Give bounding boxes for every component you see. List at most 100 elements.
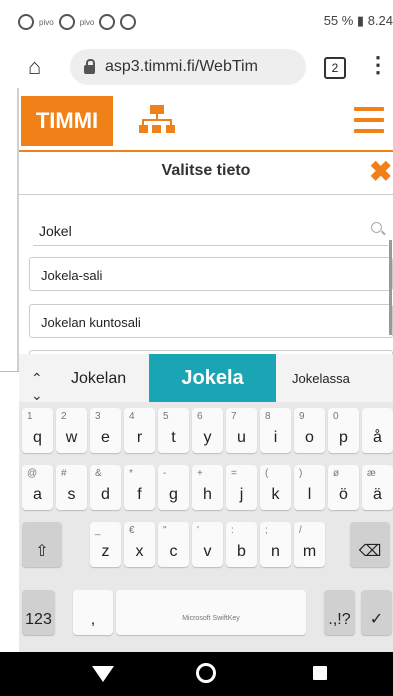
key-k[interactable]: (k: [260, 465, 291, 510]
key-label: r: [136, 429, 143, 446]
key-e[interactable]: 3e: [90, 408, 121, 453]
key-secondary-label: 5: [163, 411, 169, 422]
key-secondary-label: ø: [333, 468, 340, 479]
key-u[interactable]: 7u: [226, 408, 257, 453]
key-z[interactable]: _ z: [90, 522, 121, 567]
key-secondary-label: -: [163, 468, 167, 479]
recent-apps-icon[interactable]: [313, 666, 327, 680]
key-label: å: [373, 429, 382, 446]
space-key[interactable]: Microsoft SwiftKey: [116, 590, 306, 635]
close-icon[interactable]: ✖: [369, 155, 392, 188]
key-label: n: [271, 543, 280, 560]
key-secondary-label: ): [299, 468, 303, 479]
scrollbar[interactable]: [389, 240, 392, 335]
key-label: z: [101, 543, 110, 560]
key-d[interactable]: & d: [90, 465, 121, 510]
key-i[interactable]: 8i: [260, 408, 291, 453]
punctuation-key[interactable]: .,!?: [324, 590, 355, 635]
org-chart-icon[interactable]: [139, 105, 175, 135]
key-secondary-label: &: [95, 468, 102, 479]
key-l[interactable]: ) l: [294, 465, 325, 510]
key-secondary-label: _: [95, 525, 101, 536]
key-secondary-label: 2: [61, 411, 67, 422]
key-s[interactable]: # s: [56, 465, 87, 510]
dialog-title: Valitse tieto: [161, 162, 251, 179]
key-secondary-label: @: [27, 468, 38, 479]
enter-key[interactable]: ✓: [361, 590, 392, 635]
key-label: m: [302, 543, 317, 560]
key-secondary-label: *: [129, 468, 133, 479]
key-x[interactable]: € x: [124, 522, 155, 567]
key-o[interactable]: 9o: [294, 408, 325, 453]
key-label: l: [307, 486, 312, 503]
key-m[interactable]: / m: [294, 522, 325, 567]
key-g[interactable]: -g: [158, 465, 189, 510]
key-secondary-label: 1: [27, 411, 33, 422]
key-label: q: [33, 429, 42, 446]
key-secondary-label: :: [231, 525, 234, 536]
key-label: ö: [339, 486, 348, 503]
key-label: v: [203, 543, 212, 560]
key-secondary-label: 6: [197, 411, 203, 422]
key-label: g: [169, 486, 178, 503]
key-c[interactable]: " c: [158, 522, 189, 567]
key-label: t: [171, 429, 176, 446]
key-ö[interactable]: øö: [328, 465, 359, 510]
dialog-header: Valitse tieto ✖: [19, 150, 393, 195]
key-label: u: [237, 429, 246, 446]
list-item[interactable]: Jokelan kuntosali: [29, 304, 393, 338]
key-label: 123: [25, 611, 52, 628]
home-icon[interactable]: ⌂: [28, 54, 41, 80]
key-label: y: [203, 429, 212, 446]
key-secondary-label: 9: [299, 411, 305, 422]
key-label: o: [305, 429, 314, 446]
key-b[interactable]: :b: [226, 522, 257, 567]
key-v[interactable]: ' v: [192, 522, 223, 567]
key-a[interactable]: @ a: [22, 465, 53, 510]
hamburger-menu-icon[interactable]: [354, 107, 384, 133]
list-item[interactable]: Jokela-sali: [29, 257, 393, 291]
home-button-icon[interactable]: [196, 663, 216, 683]
key-p[interactable]: 0p: [328, 408, 359, 453]
url-text: asp3.timmi.fi/WebTim: [105, 58, 258, 75]
comma-key[interactable]: ,: [73, 590, 113, 635]
notification-icon-2: [99, 14, 116, 30]
key-r[interactable]: 4r: [124, 408, 155, 453]
shift-key[interactable]: ⇧: [22, 522, 62, 567]
more-menu-icon[interactable]: ⋮: [367, 52, 389, 78]
key-label: ✓: [369, 611, 384, 628]
notification-icon-3: [120, 14, 137, 30]
key-label: ⇧: [35, 543, 49, 560]
keyboard: ⌃ ⌄ Jokelan Jokela Jokelassa 1q2w3e4r5t6y…: [19, 354, 393, 652]
lock-icon: [84, 58, 95, 74]
status-text-2: pivo: [79, 17, 95, 27]
key-label: e: [101, 429, 110, 446]
key-secondary-label: 0: [333, 411, 339, 422]
key-h[interactable]: + h: [192, 465, 223, 510]
key-f[interactable]: * f: [124, 465, 155, 510]
timmi-logo[interactable]: TIMMI: [21, 96, 113, 146]
key-q[interactable]: 1q: [22, 408, 53, 453]
key-secondary-label: €: [129, 525, 135, 536]
backspace-key[interactable]: ⌫: [350, 522, 390, 567]
search-icon[interactable]: [371, 222, 382, 233]
search-input[interactable]: Jokel: [33, 215, 388, 246]
key-å[interactable]: å: [362, 408, 393, 453]
key-w[interactable]: 2w: [56, 408, 87, 453]
background-panel: [0, 371, 20, 672]
url-field[interactable]: asp3.timmi.fi/WebTim: [70, 49, 306, 85]
back-icon[interactable]: [92, 666, 114, 682]
key-secondary-label: 8: [265, 411, 271, 422]
status-text: pivo: [39, 17, 54, 27]
battery-time: 55 % ▮ 8.24: [323, 13, 393, 28]
system-nav-bar: [0, 652, 393, 696]
key-y[interactable]: 6y: [192, 408, 223, 453]
key-t[interactable]: 5t: [158, 408, 189, 453]
tab-switcher-button[interactable]: 2: [324, 57, 346, 79]
key-ä[interactable]: æä: [362, 465, 393, 510]
search-input-value: Jokel: [39, 223, 72, 239]
key-n[interactable]: ; n: [260, 522, 291, 567]
key-j[interactable]: = j: [226, 465, 257, 510]
key-secondary-label: ;: [265, 525, 268, 536]
numbers-key[interactable]: 123: [22, 590, 55, 635]
